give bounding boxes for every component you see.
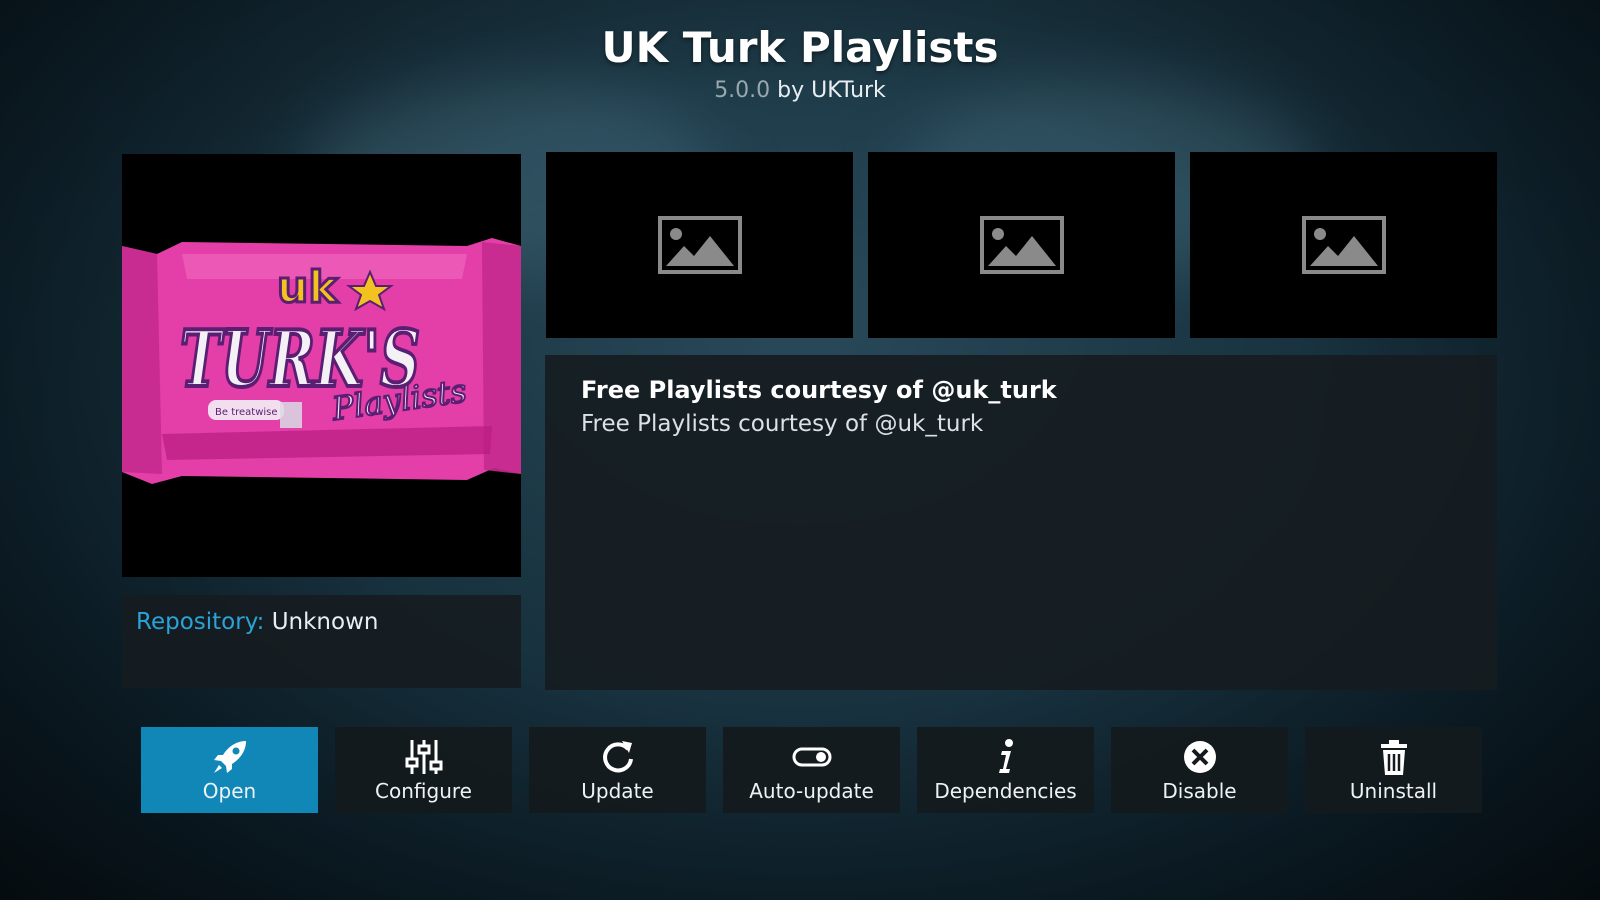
addon-version: 5.0.0 [714, 78, 771, 103]
dependencies-button-label: Dependencies [934, 779, 1077, 803]
dependencies-button[interactable]: Dependencies [917, 727, 1094, 813]
poster-brand-top: uk [277, 262, 339, 313]
auto-update-button[interactable]: Auto-update [723, 727, 900, 813]
addon-subtitle: 5.0.0 by UKTurk [0, 76, 1600, 106]
open-button[interactable]: Open [141, 727, 318, 813]
screenshot-thumbnail[interactable] [1190, 152, 1497, 338]
description-panel: Free Playlists courtesy of @uk_turk Free… [545, 355, 1497, 690]
update-button-label: Update [581, 779, 654, 803]
addon-header: UK Turk Playlists 5.0.0 by UKTurk [0, 18, 1600, 106]
image-placeholder-icon [657, 216, 742, 274]
action-bar: Open Configure Update Auto-update Depend… [141, 727, 1482, 813]
open-button-label: Open [202, 779, 257, 803]
repository-panel: Repository: Unknown [122, 595, 521, 688]
poster-artwork: uk TURK'S Playlists Be treatwise [122, 238, 521, 484]
image-placeholder-icon [1301, 216, 1386, 274]
uninstall-button[interactable]: Uninstall [1305, 727, 1482, 813]
addon-author: by UKTurk [777, 78, 886, 103]
description-title: Free Playlists courtesy of @uk_turk [581, 376, 1057, 404]
screenshot-thumbnail[interactable] [546, 152, 853, 338]
description-text: Free Playlists courtesy of @uk_turk [581, 411, 984, 437]
close-circle-icon [1180, 737, 1220, 777]
uninstall-button-label: Uninstall [1349, 779, 1438, 803]
disable-button-label: Disable [1162, 779, 1237, 803]
auto-update-button-label: Auto-update [749, 779, 874, 803]
toggle-icon [792, 737, 832, 777]
addon-title: UK Turk Playlists [601, 23, 999, 72]
repository-label: Repository: [136, 609, 265, 635]
disable-button[interactable]: Disable [1111, 727, 1288, 813]
image-placeholder-icon [979, 216, 1064, 274]
screenshot-thumbnail[interactable] [868, 152, 1175, 338]
sliders-icon [404, 737, 444, 777]
update-button[interactable]: Update [529, 727, 706, 813]
rocket-icon [210, 737, 250, 777]
poster-pack-note: Be treatwise [215, 407, 278, 418]
info-icon [986, 737, 1026, 777]
addon-poster: uk TURK'S Playlists Be treatwise [122, 154, 521, 577]
refresh-icon [598, 737, 638, 777]
configure-button-label: Configure [375, 779, 472, 803]
repository-value: Unknown [271, 609, 379, 635]
configure-button[interactable]: Configure [335, 727, 512, 813]
trash-icon [1374, 737, 1414, 777]
